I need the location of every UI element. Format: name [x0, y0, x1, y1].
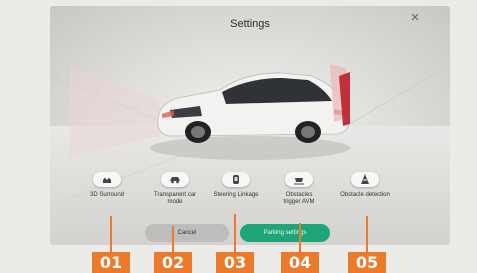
car-side-icon — [170, 177, 180, 184]
option-toggle[interactable] — [161, 172, 189, 187]
close-icon[interactable]: × — [407, 10, 423, 26]
option-label: Obstacle detection — [340, 192, 390, 198]
option-label: Transparent car mode — [153, 192, 197, 205]
option-toggle[interactable] — [351, 172, 379, 187]
callout-line — [234, 214, 236, 252]
option-toggle[interactable] — [285, 172, 313, 187]
option-label: 3D Surround — [89, 192, 125, 198]
callout-tag-03: 03 — [216, 252, 254, 273]
option-toggle[interactable] — [93, 172, 121, 187]
page-title: Settings — [230, 18, 270, 30]
option-toggle[interactable] — [222, 172, 250, 187]
option-3d-surround[interactable]: 3D Surround — [69, 172, 145, 199]
obstacle-car-icon — [294, 178, 304, 185]
car-top-icon — [103, 176, 111, 183]
callout-tag-01: 01 — [92, 252, 130, 273]
parking-settings-button[interactable]: Parking settings — [240, 224, 330, 242]
callout-tag-02: 02 — [154, 252, 192, 273]
callout-line — [172, 226, 174, 252]
cancel-button[interactable]: Cancel — [145, 224, 229, 242]
callout-tag-04: 04 — [281, 252, 319, 273]
callout-line — [366, 216, 368, 252]
cone-icon — [361, 174, 369, 184]
option-label: Obstacles trigger AVM — [283, 192, 315, 205]
callout-tag-05: 05 — [348, 252, 386, 273]
settings-screen: Settings × 3D Surround Transparent car m… — [50, 6, 450, 245]
option-obstacle-detection[interactable]: Obstacle detection — [327, 172, 403, 199]
callout-line — [110, 216, 112, 252]
callout-line — [299, 223, 301, 252]
car-model — [157, 72, 351, 143]
car-scene — [50, 63, 450, 207]
option-obstacles-trigger-avm[interactable]: Obstacles trigger AVM — [261, 172, 337, 206]
steering-car-icon — [233, 175, 239, 184]
